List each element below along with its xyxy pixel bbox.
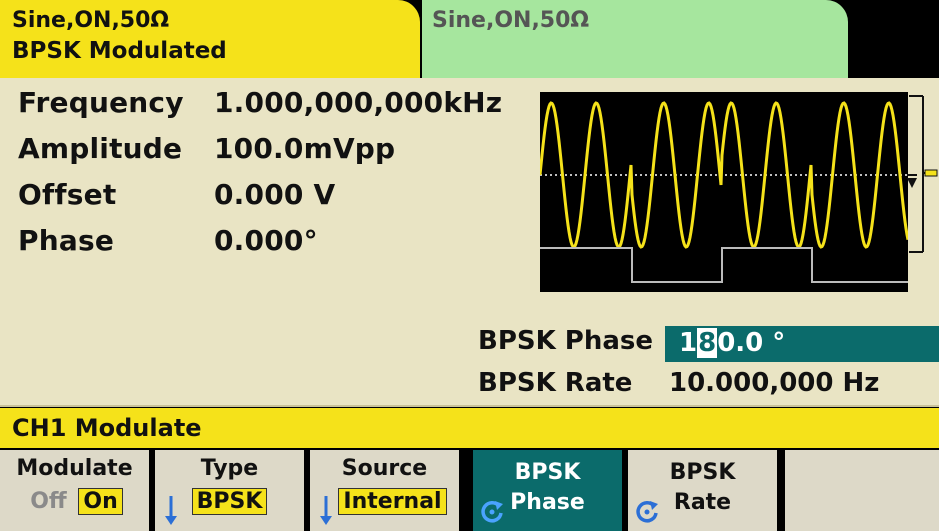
waveform-preview [538, 92, 910, 292]
main-panel: Frequency 1.000,000,000kHz Amplitude 100… [0, 78, 939, 407]
param-phase-label: Phase [18, 224, 115, 257]
softkey-modulate[interactable]: Modulate Off On [0, 450, 152, 531]
softkey-modulate-label: Modulate [16, 456, 133, 481]
param-phase-value[interactable]: 0.000° [214, 224, 318, 257]
param-frequency-label: Frequency [18, 86, 184, 119]
menu-title-bar: CH1 Modulate [0, 408, 939, 448]
rotate-knob-icon [481, 501, 503, 523]
param-frequency-value[interactable]: 1.000,000,000kHz [214, 86, 502, 119]
bpsk-phase-digit-pre: 1 [679, 328, 698, 358]
tab-channel-2-status: Sine,ON,50Ω [432, 8, 590, 33]
softkey-modulate-options: Off On [0, 488, 149, 515]
softkey-empty [785, 450, 939, 531]
down-arrow-icon [320, 496, 332, 525]
softkey-type-value: BPSK [191, 488, 268, 515]
softkey-bpsk-phase[interactable]: BPSK Phase [473, 450, 625, 531]
tab-channel-1-status: Sine,ON,50Ω [12, 8, 170, 33]
bpsk-phase-value: 180.0 ° [679, 328, 785, 358]
softkey-source-value: Internal [338, 488, 447, 515]
param-offset-label: Offset [18, 178, 117, 211]
tab-channel-1-mode: BPSK Modulated [12, 38, 227, 64]
param-offset-value[interactable]: 0.000 V [214, 178, 335, 211]
param-amplitude-label: Amplitude [18, 132, 183, 165]
bpsk-phase-cursor-digit[interactable]: 8 [697, 328, 718, 358]
modulate-off-option[interactable]: Off [26, 489, 71, 514]
sine-wave-icon [538, 101, 910, 283]
softkey-source-value-wrap: Internal [326, 488, 459, 515]
softkey-source-label: Source [341, 456, 428, 481]
softkey-source[interactable]: Source Internal [310, 450, 462, 531]
tab-channel-1[interactable]: Sine,ON,50Ω BPSK Modulated [0, 0, 420, 78]
bpsk-rate-value[interactable]: 10.000,000 Hz [669, 368, 879, 398]
softkey-bpsk-rate[interactable]: BPSK Rate [628, 450, 780, 531]
menu-title: CH1 Modulate [12, 414, 202, 442]
bpsk-rate-label: BPSK Rate [478, 368, 633, 398]
bpsk-phase-field[interactable]: 180.0 ° [665, 326, 939, 362]
softkey-type-label: Type [200, 456, 259, 481]
param-amplitude-value[interactable]: 100.0mVpp [214, 132, 395, 165]
modulate-on-option[interactable]: On [78, 488, 123, 515]
down-arrow-icon [165, 496, 177, 525]
tab-channel-2[interactable]: Sine,ON,50Ω [422, 0, 848, 78]
softkey-type[interactable]: Type BPSK [155, 450, 307, 531]
softkey-bar: Modulate Off On Type BPSK Source Interna… [0, 450, 939, 531]
screen: Sine,ON,50Ω BPSK Modulated Sine,ON,50Ω F… [0, 0, 939, 531]
softkey-bpsk-phase-line1: BPSK [514, 460, 581, 485]
rotate-knob-icon [636, 501, 658, 523]
softkey-bpsk-rate-line1: BPSK [669, 460, 736, 485]
amplitude-bracket-icon [907, 92, 939, 292]
bpsk-phase-digit-post: 0.0 ° [717, 328, 786, 358]
bpsk-phase-label: BPSK Phase [478, 326, 654, 356]
